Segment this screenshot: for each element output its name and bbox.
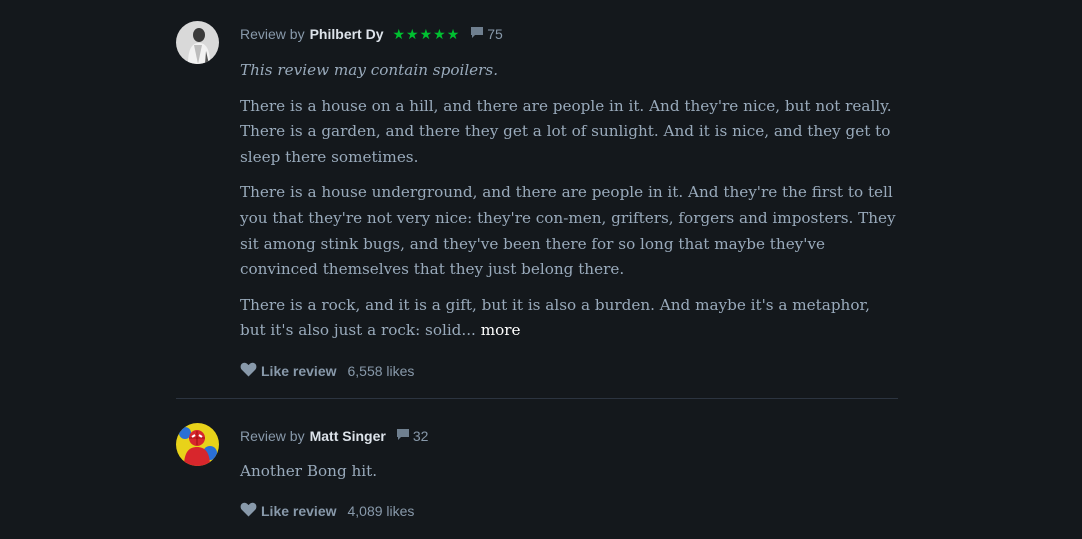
speech-bubble-icon	[396, 428, 413, 444]
spoiler-notice: This review may contain spoilers.	[240, 61, 499, 79]
avatar[interactable]	[176, 423, 219, 466]
review-by-label: Review by	[240, 428, 305, 444]
comment-count: 32	[412, 428, 429, 444]
speech-bubble-icon	[470, 26, 487, 42]
like-review-label: Like review	[261, 503, 337, 519]
comment-count: 75	[487, 26, 503, 42]
review-header: Review by Philbert Dy ★★★★★ 75	[240, 25, 503, 43]
like-review-label: Like review	[261, 363, 337, 379]
review-by-label: Review by	[240, 26, 305, 42]
heart-icon	[240, 502, 261, 520]
review-paragraph: There is a house on a hill, and there ar…	[240, 96, 892, 166]
review-body: This review may contain spoilers. There …	[240, 58, 900, 344]
review-actions: Like review 6,558 likes	[240, 361, 414, 381]
avatar[interactable]	[176, 21, 219, 64]
like-review-button[interactable]: Like review	[240, 502, 337, 520]
more-link[interactable]: more	[481, 321, 521, 339]
author-link[interactable]: Philbert Dy	[310, 26, 384, 42]
divider	[176, 398, 898, 399]
like-review-button[interactable]: Like review	[240, 362, 337, 380]
author-link[interactable]: Matt Singer	[310, 428, 386, 444]
likes-count[interactable]: 6,558 likes	[348, 363, 415, 379]
review-paragraph: Another Bong hit.	[240, 462, 378, 480]
review-paragraph: There is a rock, and it is a gift, but i…	[240, 293, 900, 344]
comments-link[interactable]: 75	[470, 26, 503, 42]
review-paragraph: There is a house underground, and there …	[240, 183, 896, 279]
star-rating: ★★★★★	[392, 25, 461, 42]
heart-icon	[240, 362, 261, 380]
comments-link[interactable]: 32	[396, 428, 429, 444]
review-header: Review by Matt Singer 32	[240, 427, 428, 445]
likes-count[interactable]: 4,089 likes	[348, 503, 415, 519]
review-body: Another Bong hit.	[240, 459, 900, 485]
review-paragraph-text: There is a rock, and it is a gift, but i…	[240, 295, 870, 340]
review-actions: Like review 4,089 likes	[240, 501, 414, 521]
